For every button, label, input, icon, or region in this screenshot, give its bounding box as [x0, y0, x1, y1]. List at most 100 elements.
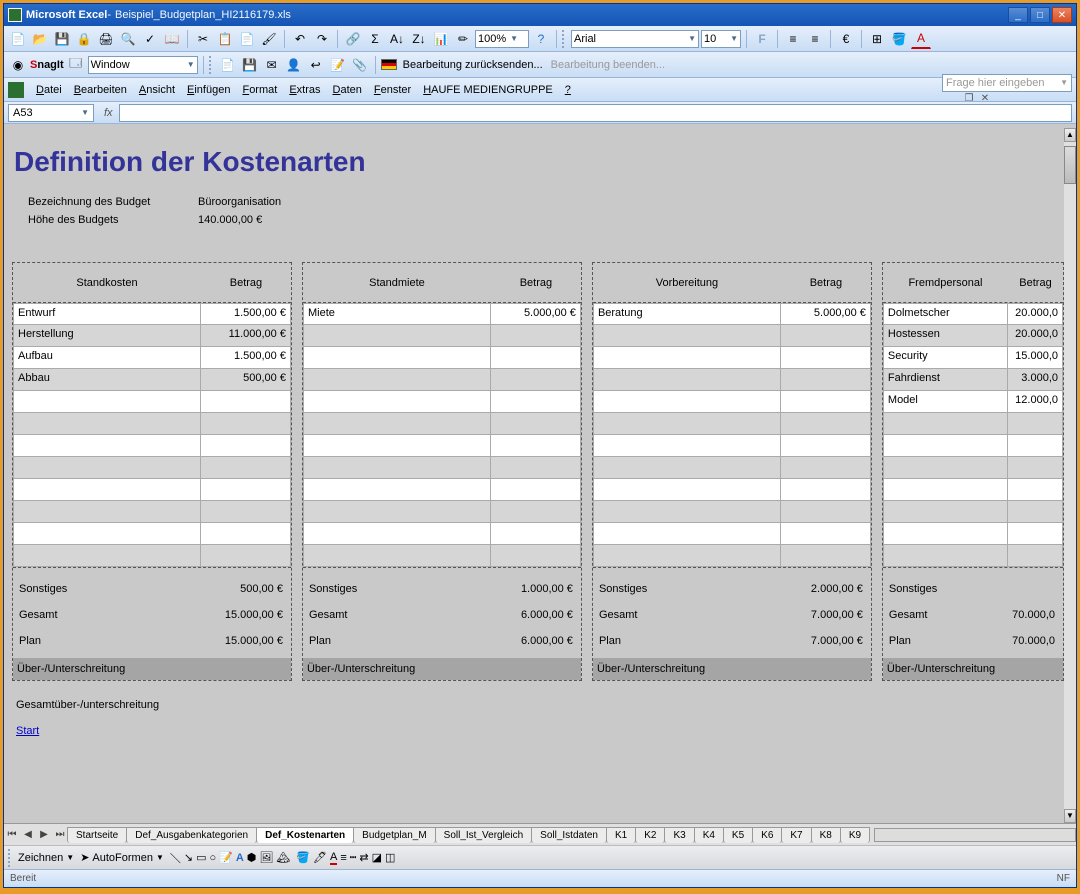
- table-row[interactable]: [303, 413, 581, 435]
- item-label[interactable]: [593, 347, 781, 369]
- item-label[interactable]: [303, 435, 491, 457]
- item-value[interactable]: [201, 457, 291, 479]
- maximize-button[interactable]: □: [1030, 7, 1050, 23]
- vertical-scrollbar[interactable]: ▲ ▼: [1064, 128, 1076, 823]
- menu-datei[interactable]: Datei: [30, 81, 68, 99]
- item-label[interactable]: [593, 325, 781, 347]
- item-value[interactable]: [781, 325, 871, 347]
- item-value[interactable]: 500,00 €: [201, 369, 291, 391]
- item-label[interactable]: [883, 479, 1008, 501]
- align-center-icon[interactable]: ≡: [805, 29, 825, 49]
- item-label[interactable]: Hostessen: [883, 325, 1008, 347]
- review-insert-icon[interactable]: 📎: [350, 55, 370, 75]
- textbox-icon[interactable]: 📝: [219, 851, 233, 864]
- currency-icon[interactable]: €: [836, 29, 856, 49]
- table-row[interactable]: Hostessen20.000,0: [883, 325, 1063, 347]
- item-value[interactable]: [1008, 501, 1063, 523]
- table-row[interactable]: [593, 545, 871, 567]
- sheet-tab[interactable]: Def_Kostenarten: [256, 827, 354, 843]
- item-value[interactable]: [491, 457, 581, 479]
- toolbar-handle[interactable]: [562, 30, 566, 48]
- table-row[interactable]: Aufbau1.500,00 €: [13, 347, 291, 369]
- horizontal-scrollbar[interactable]: [874, 828, 1076, 842]
- table-row[interactable]: [13, 501, 291, 523]
- item-value[interactable]: [781, 545, 871, 567]
- item-value[interactable]: [781, 413, 871, 435]
- fontsize-combo[interactable]: 10▼: [701, 30, 741, 48]
- table-row[interactable]: [303, 391, 581, 413]
- item-label[interactable]: Herstellung: [13, 325, 201, 347]
- flag-germany-icon[interactable]: [381, 59, 397, 70]
- item-label[interactable]: Fahrdienst: [883, 369, 1008, 391]
- line-style-icon[interactable]: ≡: [340, 852, 346, 864]
- table-row[interactable]: [883, 479, 1063, 501]
- table-row[interactable]: [13, 435, 291, 457]
- sheet-tab[interactable]: K8: [811, 827, 841, 843]
- table-row[interactable]: Abbau500,00 €: [13, 369, 291, 391]
- table-row[interactable]: [883, 501, 1063, 523]
- item-value[interactable]: 5.000,00 €: [491, 303, 581, 325]
- item-value[interactable]: 3.000,0: [1008, 369, 1063, 391]
- wordart-icon[interactable]: A: [236, 852, 244, 864]
- item-label[interactable]: Miete: [303, 303, 491, 325]
- item-value[interactable]: 1.500,00 €: [201, 347, 291, 369]
- item-value[interactable]: [781, 457, 871, 479]
- zoom-combo[interactable]: 100%▼: [475, 30, 529, 48]
- item-value[interactable]: [781, 479, 871, 501]
- table-row[interactable]: [303, 523, 581, 545]
- item-label[interactable]: [13, 413, 201, 435]
- table-row[interactable]: [303, 435, 581, 457]
- draw-menu[interactable]: Zeichnen: [18, 852, 63, 864]
- item-value[interactable]: 1.500,00 €: [201, 303, 291, 325]
- item-value[interactable]: 5.000,00 €: [781, 303, 871, 325]
- item-label[interactable]: [13, 523, 201, 545]
- diagram-icon[interactable]: ⬢: [247, 851, 257, 864]
- toolbar-handle[interactable]: [209, 56, 213, 74]
- table-row[interactable]: [593, 325, 871, 347]
- autoshapes-menu[interactable]: AutoFormen: [92, 852, 153, 864]
- review-user-icon[interactable]: 👤: [284, 55, 304, 75]
- item-label[interactable]: [303, 325, 491, 347]
- item-label[interactable]: [593, 435, 781, 457]
- item-label[interactable]: [303, 369, 491, 391]
- print-icon[interactable]: 🖨: [96, 29, 116, 49]
- sheet-tab[interactable]: Soll_Ist_Vergleich: [435, 827, 533, 843]
- item-label[interactable]: [303, 457, 491, 479]
- table-row[interactable]: [883, 435, 1063, 457]
- align-left-icon[interactable]: ≡: [783, 29, 803, 49]
- table-row[interactable]: Fahrdienst3.000,0: [883, 369, 1063, 391]
- item-value[interactable]: [201, 479, 291, 501]
- table-row[interactable]: [303, 501, 581, 523]
- threed-icon[interactable]: ◫: [385, 851, 395, 864]
- item-label[interactable]: [303, 413, 491, 435]
- table-row[interactable]: [303, 325, 581, 347]
- table-row[interactable]: [13, 479, 291, 501]
- item-value[interactable]: [491, 413, 581, 435]
- item-value[interactable]: [1008, 523, 1063, 545]
- menu-haufemediengruppe[interactable]: HAUFE MEDIENGRUPPE: [417, 81, 559, 99]
- tab-nav-last[interactable]: ⏭: [52, 827, 68, 843]
- table-row[interactable]: [883, 457, 1063, 479]
- review-send-label[interactable]: Bearbeitung zurücksenden...: [403, 59, 543, 71]
- item-value[interactable]: [491, 523, 581, 545]
- item-value[interactable]: [1008, 413, 1063, 435]
- item-value[interactable]: 20.000,0: [1008, 325, 1063, 347]
- item-value[interactable]: [781, 523, 871, 545]
- table-row[interactable]: [13, 523, 291, 545]
- table-row[interactable]: Security15.000,0: [883, 347, 1063, 369]
- hyperlink-icon[interactable]: 🔗: [343, 29, 363, 49]
- sort-asc-icon[interactable]: A↓: [387, 29, 407, 49]
- borders-icon[interactable]: ⊞: [867, 29, 887, 49]
- sheet-tab[interactable]: K4: [694, 827, 724, 843]
- table-row[interactable]: [593, 347, 871, 369]
- fill-color-draw-icon[interactable]: 🪣: [296, 851, 310, 864]
- permission-icon[interactable]: 🔒: [74, 29, 94, 49]
- worksheet-area[interactable]: Definition der Kostenarten Bezeichnung d…: [4, 124, 1076, 823]
- review-end-label[interactable]: Bearbeitung beenden...: [551, 59, 665, 71]
- redo-icon[interactable]: ↷: [312, 29, 332, 49]
- item-label[interactable]: [303, 391, 491, 413]
- item-value[interactable]: [1008, 457, 1063, 479]
- sheet-tab[interactable]: K3: [664, 827, 694, 843]
- item-label[interactable]: Dolmetscher: [883, 303, 1008, 325]
- new-file-icon[interactable]: 📄: [8, 29, 28, 49]
